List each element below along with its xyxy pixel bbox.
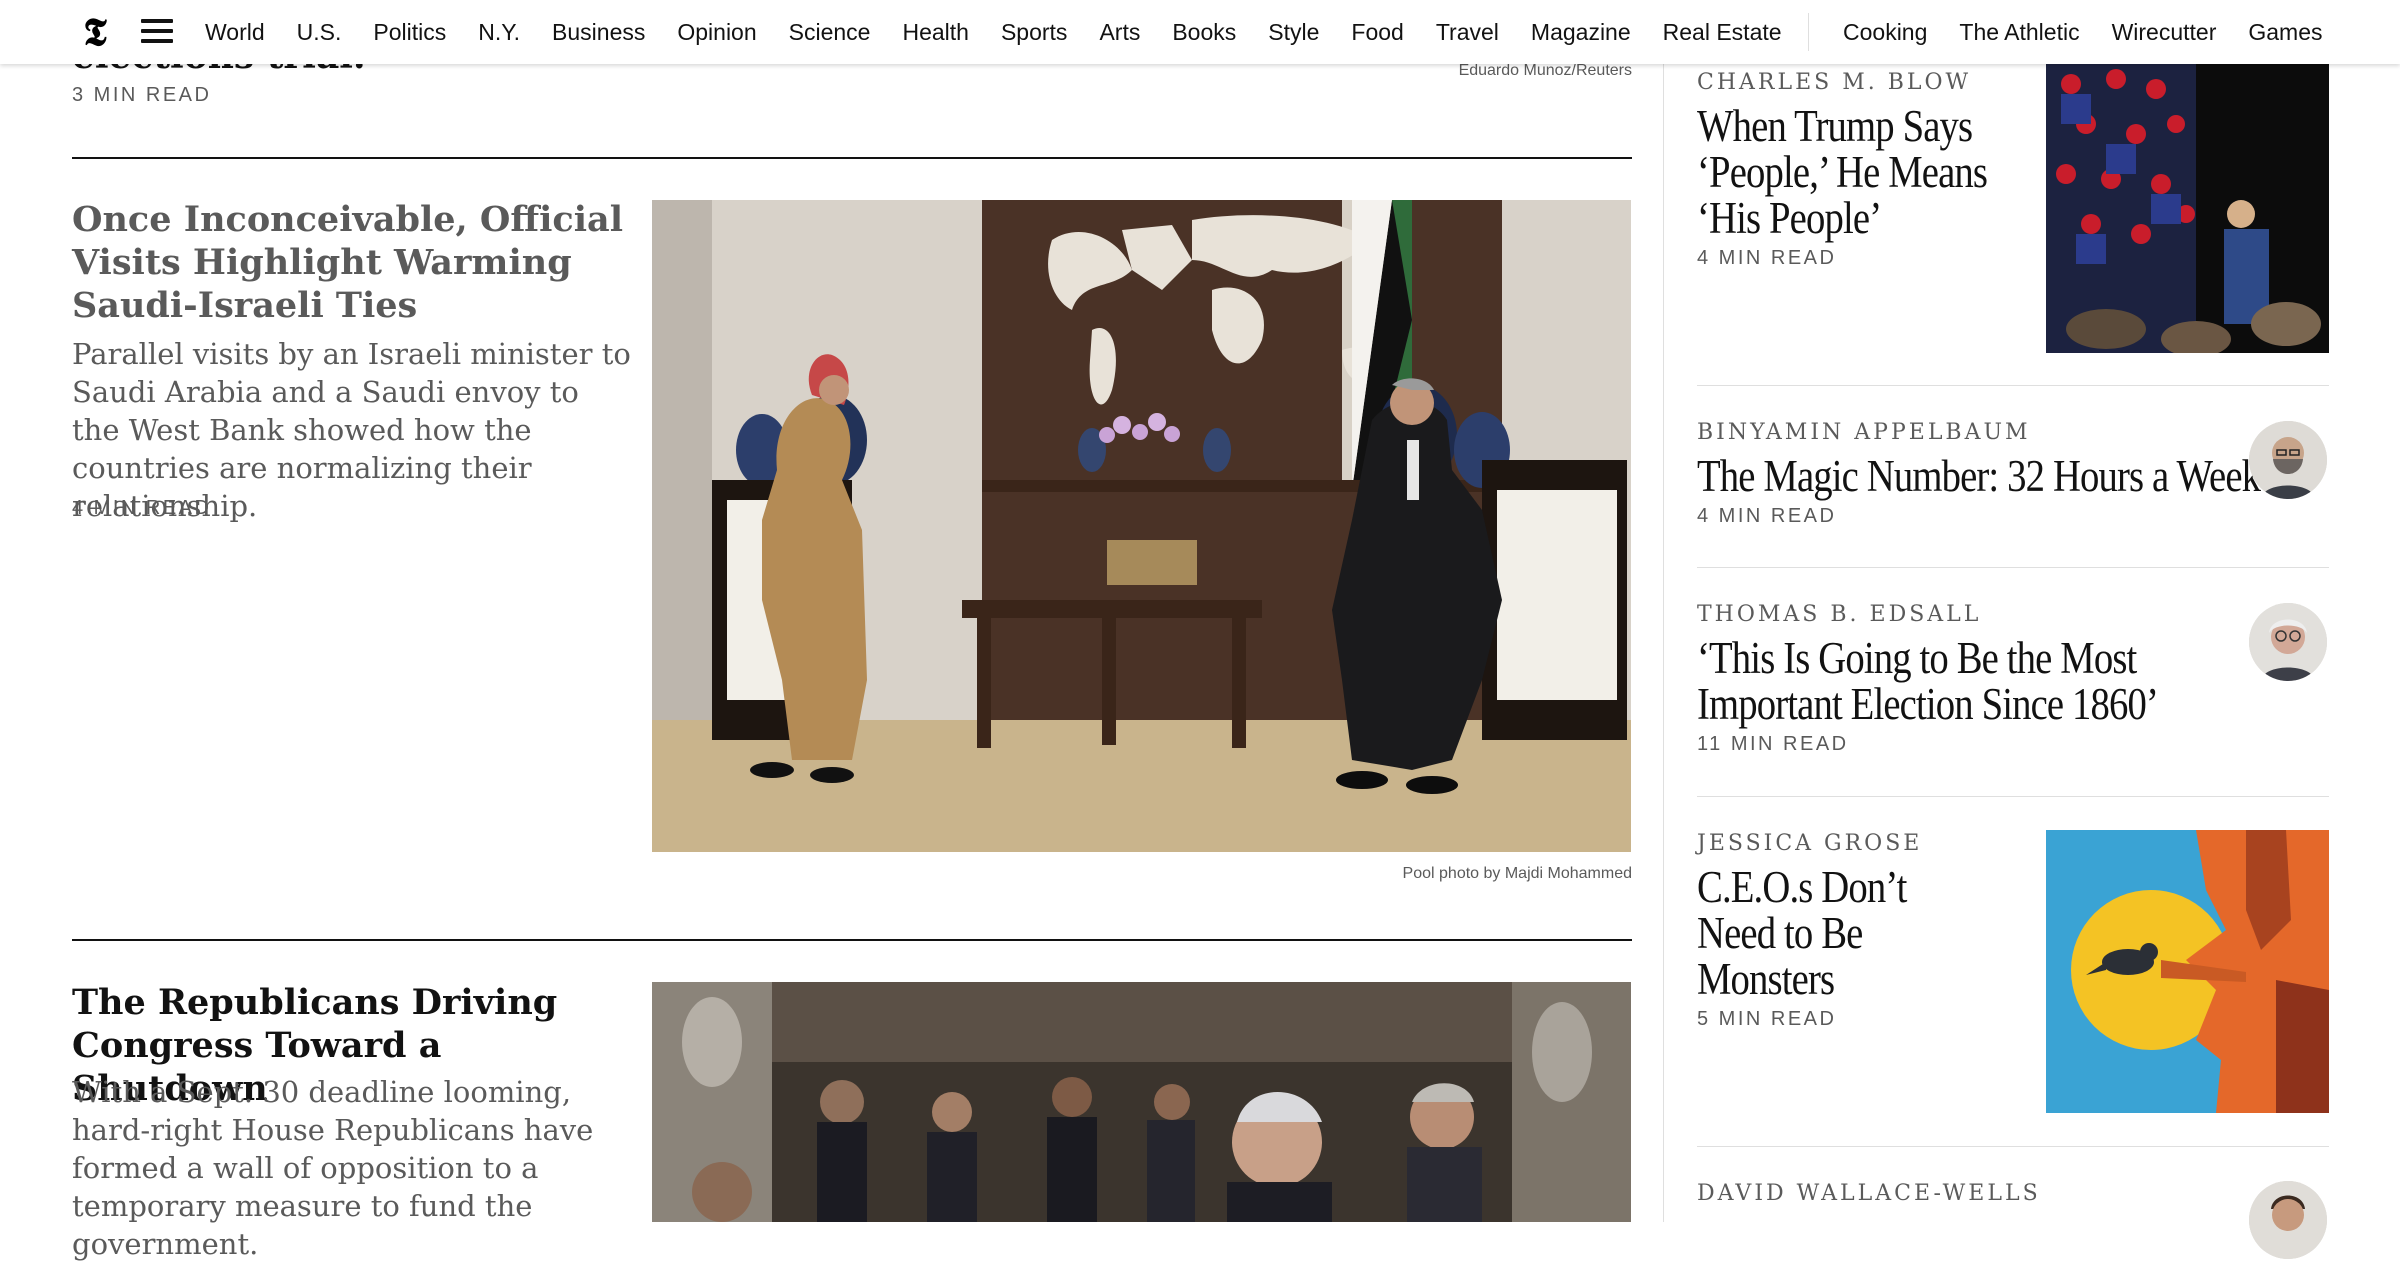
opinion-headline[interactable]: C.E.O.s Don’t Need to Be Monsters (1697, 864, 1981, 1002)
opinion-rule (1697, 385, 2329, 386)
nav-us[interactable]: U.S. (297, 19, 342, 46)
opinion-rule (1697, 796, 2329, 797)
congress-hallway-image (652, 982, 1631, 1222)
nyt-logo-icon[interactable]: 𝕿 (78, 10, 112, 54)
nav-cooking[interactable]: Cooking (1843, 19, 1927, 46)
nav-sports[interactable]: Sports (1001, 19, 1067, 46)
nav-divider (1808, 13, 1809, 51)
nav-science[interactable]: Science (789, 19, 871, 46)
story-photo[interactable] (652, 200, 1631, 852)
nav-business[interactable]: Business (552, 19, 645, 46)
david-wallace-wells-avatar-icon (2249, 1181, 2327, 1259)
story-summary[interactable]: With a Sept. 30 deadline looming, hard-r… (72, 1073, 632, 1263)
story-photo-credit: Pool photo by Majdi Mohammed (1402, 865, 1632, 882)
nav-world[interactable]: World (205, 19, 265, 46)
section-rule (72, 157, 1632, 159)
author-avatar[interactable] (2249, 1181, 2327, 1259)
nav-wirecutter[interactable]: Wirecutter (2112, 19, 2217, 46)
nav-ny[interactable]: N.Y. (478, 19, 520, 46)
product-nav: Cooking The Athletic Wirecutter Games (1843, 0, 2323, 64)
opinion-byline[interactable]: THOMAS B. EDSALL (1697, 602, 2329, 627)
bird-illustration-image (2046, 830, 2329, 1113)
prev-story-photo-credit: Eduardo Munoz/Reuters (1458, 62, 1632, 79)
opinion-byline[interactable]: DAVID WALLACE-WELLS (1697, 1181, 2329, 1206)
opinion-byline[interactable]: BINYAMIN APPELBAUM (1697, 420, 2329, 445)
nav-arts[interactable]: Arts (1099, 19, 1140, 46)
nav-politics[interactable]: Politics (373, 19, 446, 46)
opinion-read-time: 4 MIN READ (1697, 505, 1837, 527)
section-rule (72, 939, 1632, 941)
story-read-time: 4 MIN READ (72, 497, 212, 519)
opinion-item[interactable]: DAVID WALLACE-WELLS (1697, 1181, 2329, 1206)
opinion-read-time: 11 MIN READ (1697, 733, 1849, 755)
opinion-rule (1697, 1146, 2329, 1147)
column-divider (1663, 64, 1664, 1222)
nav-opinion[interactable]: Opinion (677, 19, 756, 46)
nav-games[interactable]: Games (2248, 19, 2322, 46)
opinion-rule (1697, 567, 2329, 568)
story-headline[interactable]: Once Inconceivable, Official Visits High… (72, 198, 632, 327)
binyamin-appelbaum-avatar-icon (2249, 421, 2327, 499)
nav-food[interactable]: Food (1351, 19, 1403, 46)
opinion-photo[interactable] (2046, 64, 2329, 353)
nav-books[interactable]: Books (1172, 19, 1236, 46)
opinion-headline[interactable]: When Trump Says ‘People,’ He Means ‘His … (1697, 103, 2024, 241)
nav-real-estate[interactable]: Real Estate (1663, 19, 1782, 46)
author-avatar[interactable] (2249, 421, 2327, 499)
section-nav: World U.S. Politics N.Y. Business Opinio… (205, 0, 1782, 64)
nav-the-athletic[interactable]: The Athletic (1959, 19, 2079, 46)
author-avatar[interactable] (2249, 603, 2327, 681)
saudi-palestinian-meeting-image (652, 200, 1631, 852)
opinion-item[interactable]: BINYAMIN APPELBAUM The Magic Number: 32 … (1697, 420, 2329, 528)
menu-icon[interactable] (141, 19, 173, 43)
nav-style[interactable]: Style (1268, 19, 1319, 46)
opinion-headline[interactable]: ‘This Is Going to Be the Most Important … (1697, 635, 2222, 727)
nav-health[interactable]: Health (902, 19, 968, 46)
prev-story-read-time: 3 MIN READ (72, 84, 212, 106)
story-photo[interactable] (652, 982, 1631, 1222)
trump-rally-image (2046, 64, 2329, 353)
nav-travel[interactable]: Travel (1436, 19, 1499, 46)
top-navigation: 𝕿 World U.S. Politics N.Y. Business Opin… (0, 0, 2400, 64)
thomas-edsall-avatar-icon (2249, 603, 2327, 681)
opinion-headline[interactable]: The Magic Number: 32 Hours a Week (1697, 453, 2261, 499)
nav-magazine[interactable]: Magazine (1531, 19, 1631, 46)
opinion-item[interactable]: THOMAS B. EDSALL ‘This Is Going to Be th… (1697, 602, 2329, 756)
opinion-photo[interactable] (2046, 830, 2329, 1113)
